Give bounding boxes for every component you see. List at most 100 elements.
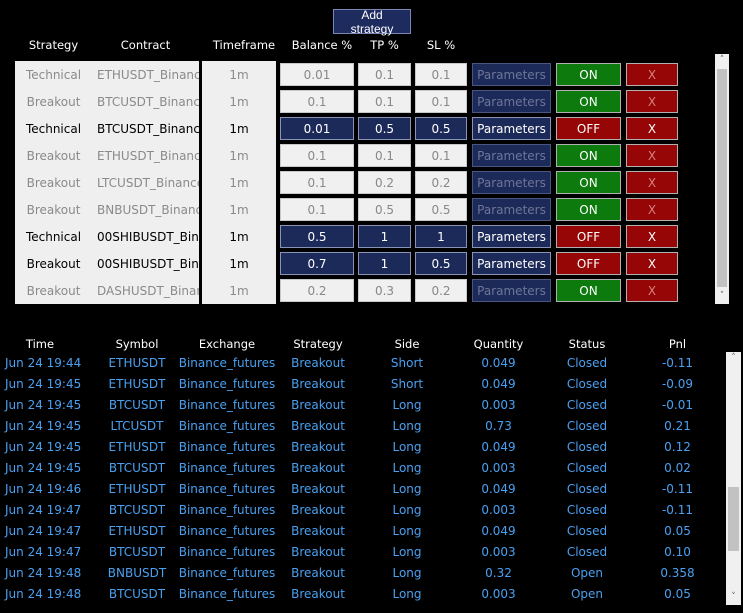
trade-quantity: 0.003 bbox=[481, 461, 516, 475]
parameters-button[interactable]: Parameters bbox=[472, 63, 551, 86]
trades-column-header: Strategy bbox=[293, 337, 343, 351]
tp-input[interactable]: 0.5 bbox=[358, 198, 411, 221]
trade-symbol: LTCUSDT bbox=[110, 419, 164, 433]
parameters-button[interactable]: Parameters bbox=[472, 117, 551, 140]
sl-input[interactable]: 0.2 bbox=[415, 171, 467, 194]
tp-input[interactable]: 0.5 bbox=[358, 117, 411, 140]
trade-pnl: 0.10 bbox=[664, 545, 691, 559]
timeframe-value: 1m bbox=[229, 229, 249, 244]
tp-input[interactable]: 0.1 bbox=[358, 90, 411, 113]
trade-status: Closed bbox=[566, 440, 608, 454]
on-off-toggle-button[interactable]: ON bbox=[556, 198, 621, 221]
balance-input[interactable]: 0.1 bbox=[280, 198, 354, 221]
balance-input[interactable]: 0.2 bbox=[280, 279, 354, 302]
trade-exchange: Binance_futures bbox=[178, 377, 276, 391]
sl-input[interactable]: 0.5 bbox=[415, 252, 467, 275]
sl-input[interactable]: 0.1 bbox=[415, 144, 467, 167]
chevron-up-icon[interactable]: ˄ bbox=[726, 353, 741, 365]
strategy-name: Technical bbox=[25, 67, 82, 82]
trade-symbol: BTCUSDT bbox=[108, 398, 166, 412]
on-off-toggle-button[interactable]: ON bbox=[556, 279, 621, 302]
strategy-name: Breakout bbox=[26, 202, 81, 217]
trade-status: Closed bbox=[566, 377, 608, 391]
balance-input[interactable]: 0.5 bbox=[280, 225, 354, 248]
trade-exchange: Binance_futures bbox=[178, 356, 276, 370]
sl-input[interactable]: 0.2 bbox=[415, 279, 467, 302]
timeframe-value: 1m bbox=[229, 202, 249, 217]
trade-quantity: 0.049 bbox=[481, 482, 516, 496]
delete-strategy-button[interactable]: X bbox=[626, 225, 678, 248]
balance-input[interactable]: 0.01 bbox=[280, 117, 354, 140]
trade-status: Open bbox=[570, 566, 604, 580]
trade-quantity: 0.003 bbox=[481, 587, 516, 601]
trade-quantity: 0.73 bbox=[485, 419, 512, 433]
trade-strategy: Breakout bbox=[291, 587, 345, 601]
delete-strategy-button[interactable]: X bbox=[626, 198, 678, 221]
sl-input[interactable]: 0.5 bbox=[415, 117, 467, 140]
trades-scrollbar-thumb[interactable] bbox=[728, 487, 739, 551]
sl-input[interactable]: 0.5 bbox=[415, 198, 467, 221]
trade-status: Closed bbox=[566, 419, 608, 433]
contract-name: BTCUSDT_Binance bbox=[97, 121, 199, 136]
trades-column-header: Side bbox=[394, 337, 420, 351]
trade-exchange: Binance_futures bbox=[178, 545, 276, 559]
trade-status: Closed bbox=[566, 503, 608, 517]
tp-input[interactable]: 1 bbox=[358, 252, 411, 275]
delete-strategy-button[interactable]: X bbox=[626, 279, 678, 302]
parameters-button[interactable]: Parameters bbox=[472, 252, 551, 275]
parameters-button[interactable]: Parameters bbox=[472, 279, 551, 302]
strategy-column-header: SL % bbox=[426, 38, 456, 52]
strategy-column-header: TP % bbox=[370, 38, 399, 52]
parameters-button[interactable]: Parameters bbox=[472, 198, 551, 221]
on-off-toggle-button[interactable]: OFF bbox=[556, 225, 621, 248]
trade-strategy: Breakout bbox=[291, 377, 345, 391]
balance-input[interactable]: 0.1 bbox=[280, 171, 354, 194]
tp-input[interactable]: 1 bbox=[358, 225, 411, 248]
parameters-button[interactable]: Parameters bbox=[472, 225, 551, 248]
tp-input[interactable]: 0.3 bbox=[358, 279, 411, 302]
balance-input[interactable]: 0.1 bbox=[280, 144, 354, 167]
delete-strategy-button[interactable]: X bbox=[626, 117, 678, 140]
delete-strategy-button[interactable]: X bbox=[626, 252, 678, 275]
on-off-toggle-button[interactable]: OFF bbox=[556, 252, 621, 275]
chevron-down-icon[interactable]: ˅ bbox=[726, 592, 741, 604]
parameters-button[interactable]: Parameters bbox=[472, 171, 551, 194]
chevron-down-icon[interactable]: ˅ bbox=[715, 291, 729, 303]
delete-strategy-button[interactable]: X bbox=[626, 171, 678, 194]
tp-input[interactable]: 0.1 bbox=[358, 144, 411, 167]
sl-input[interactable]: 1 bbox=[415, 225, 467, 248]
add-strategy-button[interactable]: Add strategy bbox=[333, 8, 411, 36]
balance-input[interactable]: 0.1 bbox=[280, 90, 354, 113]
on-off-toggle-button[interactable]: ON bbox=[556, 144, 621, 167]
chevron-up-icon[interactable]: ˄ bbox=[715, 55, 729, 67]
trade-strategy: Breakout bbox=[291, 482, 345, 496]
trade-strategy: Breakout bbox=[291, 440, 345, 454]
trade-strategy: Breakout bbox=[291, 566, 345, 580]
trade-quantity: 0.049 bbox=[481, 440, 516, 454]
sl-input[interactable]: 0.1 bbox=[415, 90, 467, 113]
on-off-toggle-button[interactable]: ON bbox=[556, 90, 621, 113]
balance-input[interactable]: 0.7 bbox=[280, 252, 354, 275]
on-off-toggle-button[interactable]: OFF bbox=[556, 117, 621, 140]
trades-scrollbar[interactable] bbox=[726, 352, 741, 605]
tp-input[interactable]: 0.1 bbox=[358, 63, 411, 86]
on-off-toggle-button[interactable]: ON bbox=[556, 63, 621, 86]
parameters-button[interactable]: Parameters bbox=[472, 90, 551, 113]
delete-strategy-button[interactable]: X bbox=[626, 63, 678, 86]
strategy-scrollbar-thumb[interactable] bbox=[717, 69, 727, 287]
delete-strategy-button[interactable]: X bbox=[626, 90, 678, 113]
tp-input[interactable]: 0.2 bbox=[358, 171, 411, 194]
contract-name: 00SHIBUSDT_Binan bbox=[97, 256, 199, 271]
timeframe-value: 1m bbox=[229, 148, 249, 163]
trade-quantity: 0.049 bbox=[481, 377, 516, 391]
on-off-toggle-button[interactable]: ON bbox=[556, 171, 621, 194]
strategy-column-header: Contract bbox=[120, 38, 171, 52]
trade-strategy: Breakout bbox=[291, 398, 345, 412]
sl-input[interactable]: 0.1 bbox=[415, 63, 467, 86]
balance-input[interactable]: 0.01 bbox=[280, 63, 354, 86]
parameters-button[interactable]: Parameters bbox=[472, 144, 551, 167]
trade-quantity: 0.049 bbox=[481, 524, 516, 538]
trade-side: Long bbox=[392, 440, 422, 454]
delete-strategy-button[interactable]: X bbox=[626, 144, 678, 167]
trade-side: Long bbox=[392, 503, 422, 517]
